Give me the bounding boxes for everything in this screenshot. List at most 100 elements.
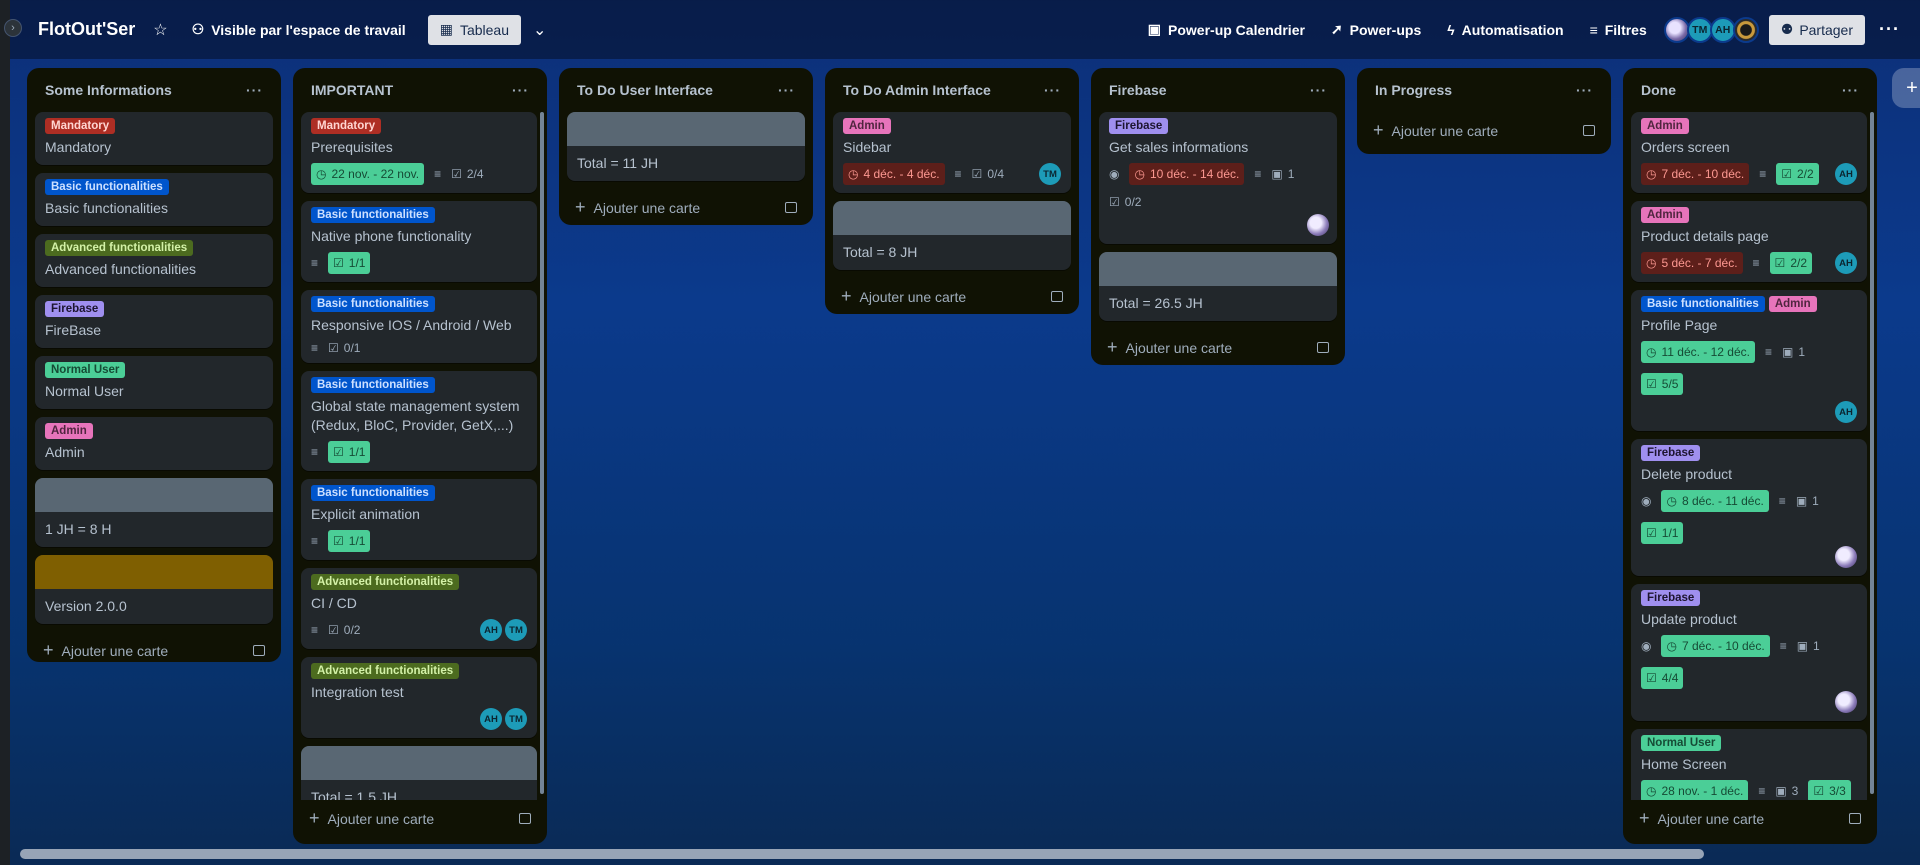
template-icon[interactable] [1849,812,1861,824]
template-icon[interactable] [1051,290,1063,302]
add-card-button[interactable]: + Ajouter une carte [301,800,539,836]
member-avatar[interactable]: AH [1835,163,1857,185]
due-date-badge[interactable]: ◷ 11 déc. - 12 déc. [1641,341,1755,363]
board-title[interactable]: FlotOut'Ser [38,19,135,40]
card[interactable]: Basic functionalities Explicit animation … [301,479,537,560]
member-avatar[interactable]: AH [480,619,502,641]
list-title[interactable]: Some Informations [45,82,172,98]
template-icon[interactable] [785,201,797,213]
view-board-button[interactable]: ▦ Tableau [427,14,521,45]
avatar[interactable] [1732,16,1759,43]
avatar[interactable]: AH [1709,16,1736,43]
card-title: Native phone functionality [311,228,472,244]
card[interactable]: Admin Orders screen ◷ 7 déc. - 10 déc. ≡ ☑ 2/… [1631,112,1867,193]
due-date-badge[interactable]: ◷ 4 déc. - 4 déc. [843,163,945,185]
list-menu-icon[interactable]: ··· [512,82,529,98]
card[interactable]: Firebase Delete product ◉ ◷ 8 déc. - 11 déc… [1631,439,1867,576]
list-menu-icon[interactable]: ··· [778,82,795,98]
star-icon[interactable]: ☆ [153,20,167,40]
add-card-button[interactable]: + Ajouter une carte [567,189,805,225]
template-icon[interactable] [253,644,265,656]
card[interactable]: Normal User Home Screen ◷ 28 nov. - 1 déc.… [1631,729,1867,800]
member-avatar[interactable]: AH [1835,401,1857,423]
add-card-button[interactable]: + Ajouter une carte [833,278,1071,314]
card[interactable]: Basic functionalities Responsive IOS / An… [301,290,537,363]
list-menu-icon[interactable]: ··· [1310,82,1327,98]
card[interactable]: Advanced functionalities Integration test… [301,657,537,738]
card[interactable]: Admin Product details page ◷ 5 déc. - 7 dé… [1631,201,1867,282]
chevron-down-icon[interactable]: ⌄ [533,20,546,40]
list-menu-icon[interactable]: ··· [1842,82,1859,98]
powerups-button[interactable]: ➚ Power-ups [1325,15,1427,45]
card[interactable]: Basic functionalities Basic functionaliti… [35,173,273,226]
card[interactable]: Firebase Get sales informations ◉ ◷ 10 déc.… [1099,112,1337,244]
card[interactable]: Version 2.0.0 [35,555,273,624]
horizontal-scrollbar[interactable] [20,849,1704,859]
list-title[interactable]: To Do User Interface [577,82,713,98]
member-avatar[interactable]: AH [1835,252,1857,274]
due-date-badge[interactable]: ◷ 5 déc. - 7 déc. [1641,252,1743,274]
card[interactable]: Total = 1,5 JH [301,746,537,800]
calendar-powerup-button[interactable]: ▣ Power-up Calendrier [1142,15,1311,45]
avatar[interactable]: TM [1686,16,1713,43]
list-title[interactable]: IMPORTANT [311,82,393,98]
card[interactable]: Firebase Update product ◉ ◷ 7 déc. - 10 déc… [1631,584,1867,721]
template-icon[interactable] [1317,341,1329,353]
due-date: 7 déc. - 10 déc. [1661,167,1745,181]
card[interactable]: Total = 11 JH [567,112,805,181]
card[interactable]: Basic functionalities Global state manage… [301,371,537,471]
description-icon: ≡ [1764,345,1772,359]
list-title[interactable]: Done [1641,82,1676,98]
card[interactable]: Mandatory Prerequisites ◷ 22 nov. - 22 nov… [301,112,537,193]
member-avatar[interactable]: TM [505,708,527,730]
add-card-button[interactable]: + Ajouter une carte [1365,112,1603,148]
member-avatar[interactable] [1835,546,1857,568]
template-icon[interactable] [519,812,531,824]
visibility-button[interactable]: ⚇ Visible par l'espace de travail [186,15,412,45]
template-icon[interactable] [1583,124,1595,136]
member-avatar[interactable] [1307,214,1329,236]
card[interactable]: 1 JH = 8 H [35,478,273,547]
due-date-badge[interactable]: ◷ 28 nov. - 1 déc. [1641,780,1749,800]
member-avatar[interactable] [1835,691,1857,713]
member-avatar[interactable]: TM [1039,163,1061,185]
automation-button[interactable]: ϟ Automatisation [1441,15,1569,45]
add-card-button[interactable]: + Ajouter une carte [1631,800,1869,836]
list-title[interactable]: In Progress [1375,82,1452,98]
add-card-button[interactable]: + Ajouter une carte [35,632,273,668]
card[interactable]: Advanced functionalities CI / CD ≡ ☑ 0/2 AH T… [301,568,537,649]
due-date-badge[interactable]: ◷ 22 nov. - 22 nov. [311,163,425,185]
list-menu-icon[interactable]: ··· [1044,82,1061,98]
card[interactable]: Total = 8 JH [833,201,1071,270]
card[interactable]: Admin Sidebar ◷ 4 déc. - 4 déc. ≡ ☑ 0/4 TM [833,112,1071,193]
due-date-badge[interactable]: ◷ 7 déc. - 10 déc. [1661,635,1770,657]
member-avatar[interactable]: AH [480,708,502,730]
list-scrollbar[interactable] [540,112,544,794]
add-card-button[interactable]: + Ajouter une carte [1099,329,1337,365]
more-options-icon[interactable]: ··· [1879,19,1900,40]
card[interactable]: Mandatory Mandatory [35,112,273,165]
card[interactable]: Advanced functionalities Advanced functio… [35,234,273,287]
card[interactable]: Basic functionalities Native phone functi… [301,201,537,282]
due-date-badge[interactable]: ◷ 10 déc. - 14 déc. [1129,163,1245,185]
card[interactable]: Total = 26.5 JH [1099,252,1337,321]
expand-sidebar-button[interactable]: › [4,19,22,37]
filters-button[interactable]: ≡ Filtres [1584,15,1653,45]
card[interactable]: Admin Admin [35,417,273,470]
card[interactable]: Normal User Normal User [35,356,273,409]
list-title[interactable]: To Do Admin Interface [843,82,991,98]
list-menu-icon[interactable]: ··· [1576,82,1593,98]
checklist-count: 0/2 [1124,195,1142,209]
member-avatar[interactable]: TM [505,619,527,641]
avatar[interactable] [1663,16,1690,43]
card[interactable]: Basic functionalities Admin Profile Page ◷… [1631,290,1867,431]
due-date-badge[interactable]: ◷ 7 déc. - 10 déc. [1641,163,1750,185]
list-menu-icon[interactable]: ··· [246,82,263,98]
share-button[interactable]: ⚉ Partager [1768,14,1866,45]
add-list-button[interactable]: + [1892,68,1920,108]
card[interactable]: Firebase FireBase [35,295,273,348]
list-scrollbar[interactable] [1870,112,1874,794]
due-date-badge[interactable]: ◷ 8 déc. - 11 déc. [1661,490,1769,512]
card-cover [833,201,1071,235]
list-title[interactable]: Firebase [1109,82,1167,98]
